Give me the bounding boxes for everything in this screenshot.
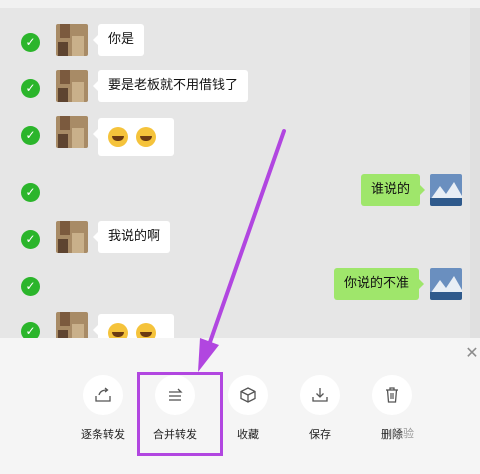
watermark: 经验 xyxy=(392,427,414,440)
pointer-arrow-icon xyxy=(198,129,286,372)
